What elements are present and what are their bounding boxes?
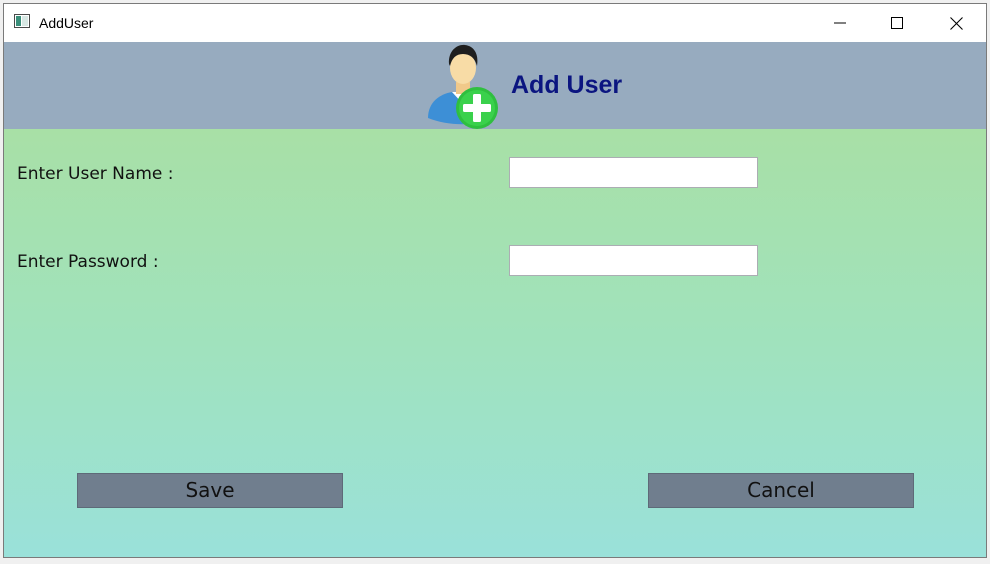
header-banner: Add User <box>4 42 986 129</box>
password-label: Enter Password : <box>17 252 159 272</box>
cancel-button[interactable]: Cancel <box>648 473 914 508</box>
maximize-button[interactable] <box>874 4 920 42</box>
add-user-window: AddUser Add User Enter User Name: Enter… <box>3 3 987 558</box>
password-input[interactable] <box>509 245 758 276</box>
maximize-icon <box>891 17 903 29</box>
title-bar[interactable]: AddUser <box>4 4 986 42</box>
form-panel: Enter User Name : Enter Password : Save … <box>4 129 986 557</box>
window-title: AddUser <box>39 15 94 31</box>
username-label: Enter User Name : <box>17 164 174 184</box>
minimize-button[interactable] <box>817 4 863 42</box>
close-icon <box>949 16 963 30</box>
username-input[interactable] <box>509 157 758 188</box>
page-title: Add User <box>511 71 623 99</box>
add-user-icon <box>428 44 498 129</box>
save-button[interactable]: Save <box>77 473 343 508</box>
app-icon <box>14 14 30 28</box>
minimize-icon <box>834 22 846 24</box>
close-button[interactable] <box>933 4 979 42</box>
